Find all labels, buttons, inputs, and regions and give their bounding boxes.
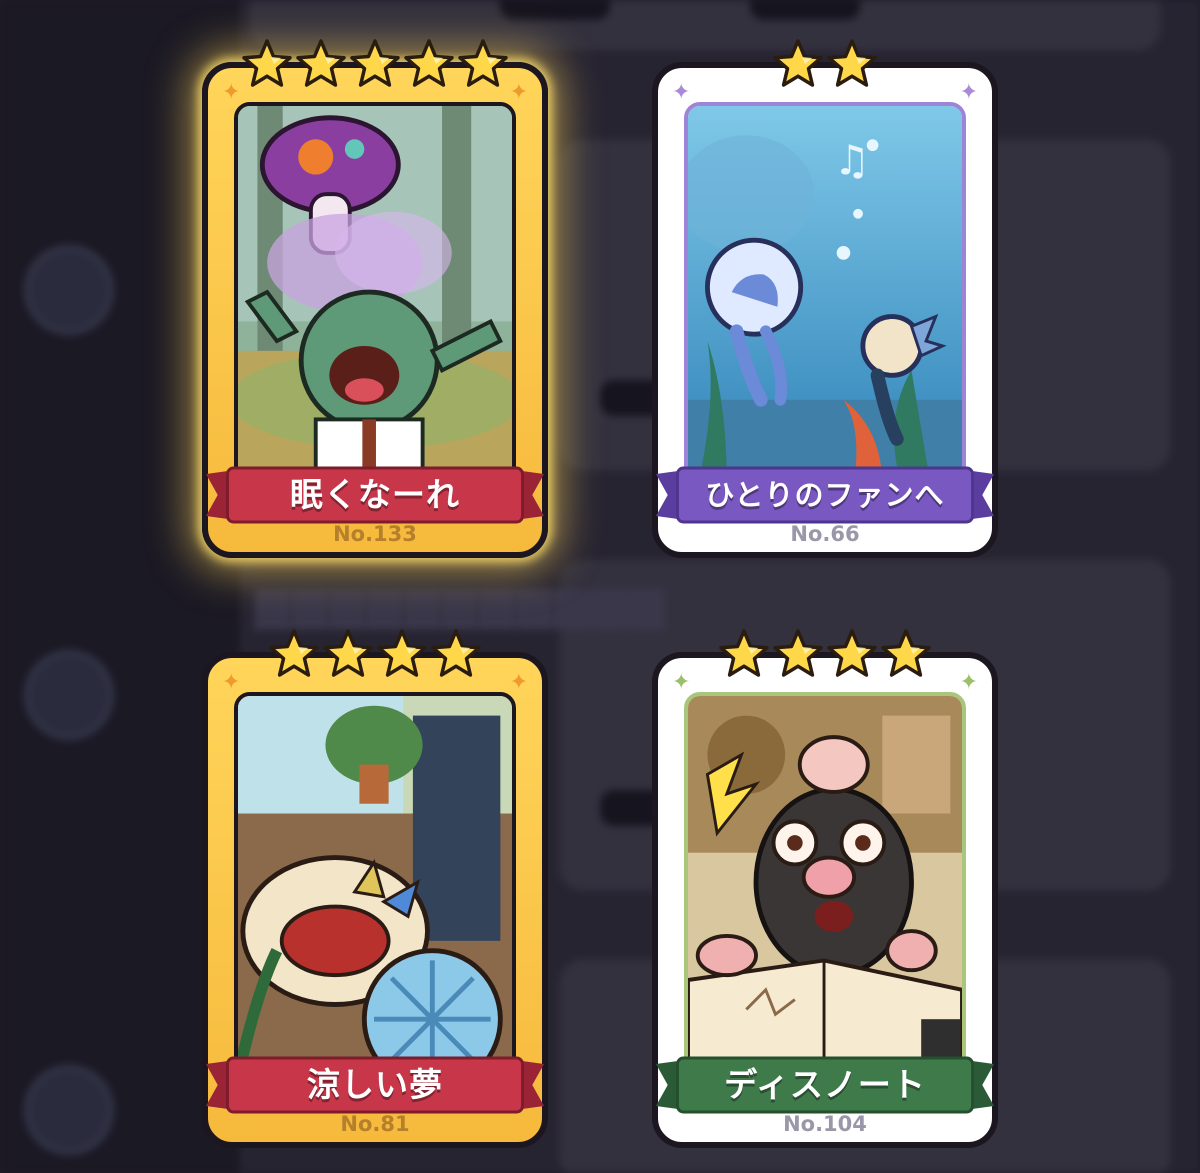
card-title: ひとりのファンへ bbox=[705, 478, 945, 512]
mole-writer-illustration bbox=[688, 696, 962, 1076]
star-icon bbox=[269, 629, 319, 677]
card-title: 涼しい夢 bbox=[307, 1065, 443, 1104]
sleeping-dragon-illustration bbox=[238, 696, 512, 1076]
card-art bbox=[234, 102, 516, 490]
star-icon bbox=[773, 39, 823, 87]
rarity-stars bbox=[658, 38, 992, 90]
star-icon bbox=[719, 629, 769, 677]
card-number: No.66 bbox=[790, 522, 860, 546]
card-for-one-fan[interactable]: ✦ ✦ ♫ ひとりのファンへ No.66 bbox=[652, 39, 998, 558]
star-icon bbox=[323, 629, 373, 677]
svg-text:♫: ♫ bbox=[834, 136, 871, 184]
card-number: No.104 bbox=[783, 1112, 867, 1136]
rarity-stars bbox=[208, 628, 542, 680]
card-art bbox=[234, 692, 516, 1080]
star-icon bbox=[431, 629, 481, 677]
title-ribbon: ひとりのファンへ bbox=[656, 466, 994, 524]
card-cool-dream[interactable]: ✦ ✦ 涼しい夢 No.81 bbox=[202, 629, 548, 1148]
card-sleepy[interactable]: ✦ ✦ 眠くなーれ No.133 bbox=[202, 39, 548, 558]
card-death-note[interactable]: ✦ ✦ ディスノート No.104 bbox=[652, 629, 998, 1148]
card-art: ♫ bbox=[684, 102, 966, 490]
star-icon bbox=[827, 39, 877, 87]
card-number: No.133 bbox=[333, 522, 417, 546]
dim-overlay bbox=[0, 0, 1200, 1173]
star-icon bbox=[296, 39, 346, 87]
title-ribbon: ディスノート bbox=[656, 1056, 994, 1114]
card-title: ディスノート bbox=[724, 1065, 926, 1104]
card-title: 眠くなーれ bbox=[290, 475, 460, 514]
title-ribbon: 涼しい夢 bbox=[206, 1056, 544, 1114]
card-number: No.81 bbox=[340, 1112, 410, 1136]
star-icon bbox=[773, 629, 823, 677]
jellyfish-singer-illustration: ♫ bbox=[688, 106, 962, 486]
star-icon bbox=[350, 39, 400, 87]
title-ribbon: 眠くなーれ bbox=[206, 466, 544, 524]
star-icon bbox=[242, 39, 292, 87]
star-icon bbox=[404, 39, 454, 87]
star-icon bbox=[827, 629, 877, 677]
star-icon bbox=[881, 629, 931, 677]
star-icon bbox=[458, 39, 508, 87]
card-art bbox=[684, 692, 966, 1080]
rarity-stars bbox=[208, 38, 542, 90]
star-icon bbox=[377, 629, 427, 677]
rarity-stars bbox=[658, 628, 992, 680]
mushroom-zombie-illustration bbox=[238, 106, 512, 486]
